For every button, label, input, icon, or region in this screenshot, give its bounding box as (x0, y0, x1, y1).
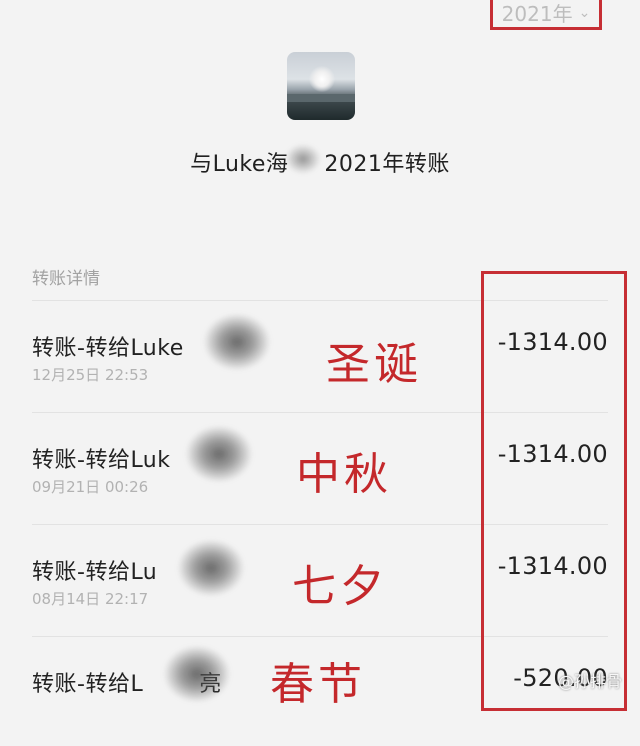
transfer-title: 转账-转给Lu (32, 560, 158, 585)
redaction-scribble (164, 646, 230, 702)
redaction-scribble (186, 426, 252, 482)
avatar (287, 52, 355, 120)
highlight-box (481, 271, 627, 711)
transfer-title-text: 转账-转给L (32, 672, 144, 697)
year-selector[interactable]: 2021年 ⌄ (490, 0, 602, 30)
avatar-sun (309, 66, 335, 92)
watermark: @孙排骨 (557, 672, 622, 691)
year-label: 2021年 (501, 1, 573, 26)
transfer-title: 转账-转给Luke (32, 336, 184, 361)
chevron-down-icon: ⌄ (578, 5, 591, 21)
redaction-blur (285, 144, 321, 174)
transfer-title: 转账-转给Luk (32, 448, 171, 473)
page-title-suffix: 2021年转账 (324, 152, 450, 177)
holiday-annotation: 七夕 (292, 561, 388, 612)
redaction-scribble (204, 314, 270, 370)
section-label: 转账详情 (32, 269, 100, 289)
holiday-annotation: 圣诞 (326, 339, 422, 390)
page-title-main: 与Luke海 (190, 152, 289, 177)
holiday-annotation: 春节 (270, 659, 366, 710)
transfer-time: 08月14日 22:17 (32, 590, 149, 608)
transfer-time: 12月25日 22:53 (32, 366, 149, 384)
avatar-shore (287, 94, 355, 102)
transfer-time: 09月21日 00:26 (32, 478, 149, 496)
holiday-annotation: 中秋 (296, 449, 392, 500)
redaction-scribble (178, 540, 244, 596)
